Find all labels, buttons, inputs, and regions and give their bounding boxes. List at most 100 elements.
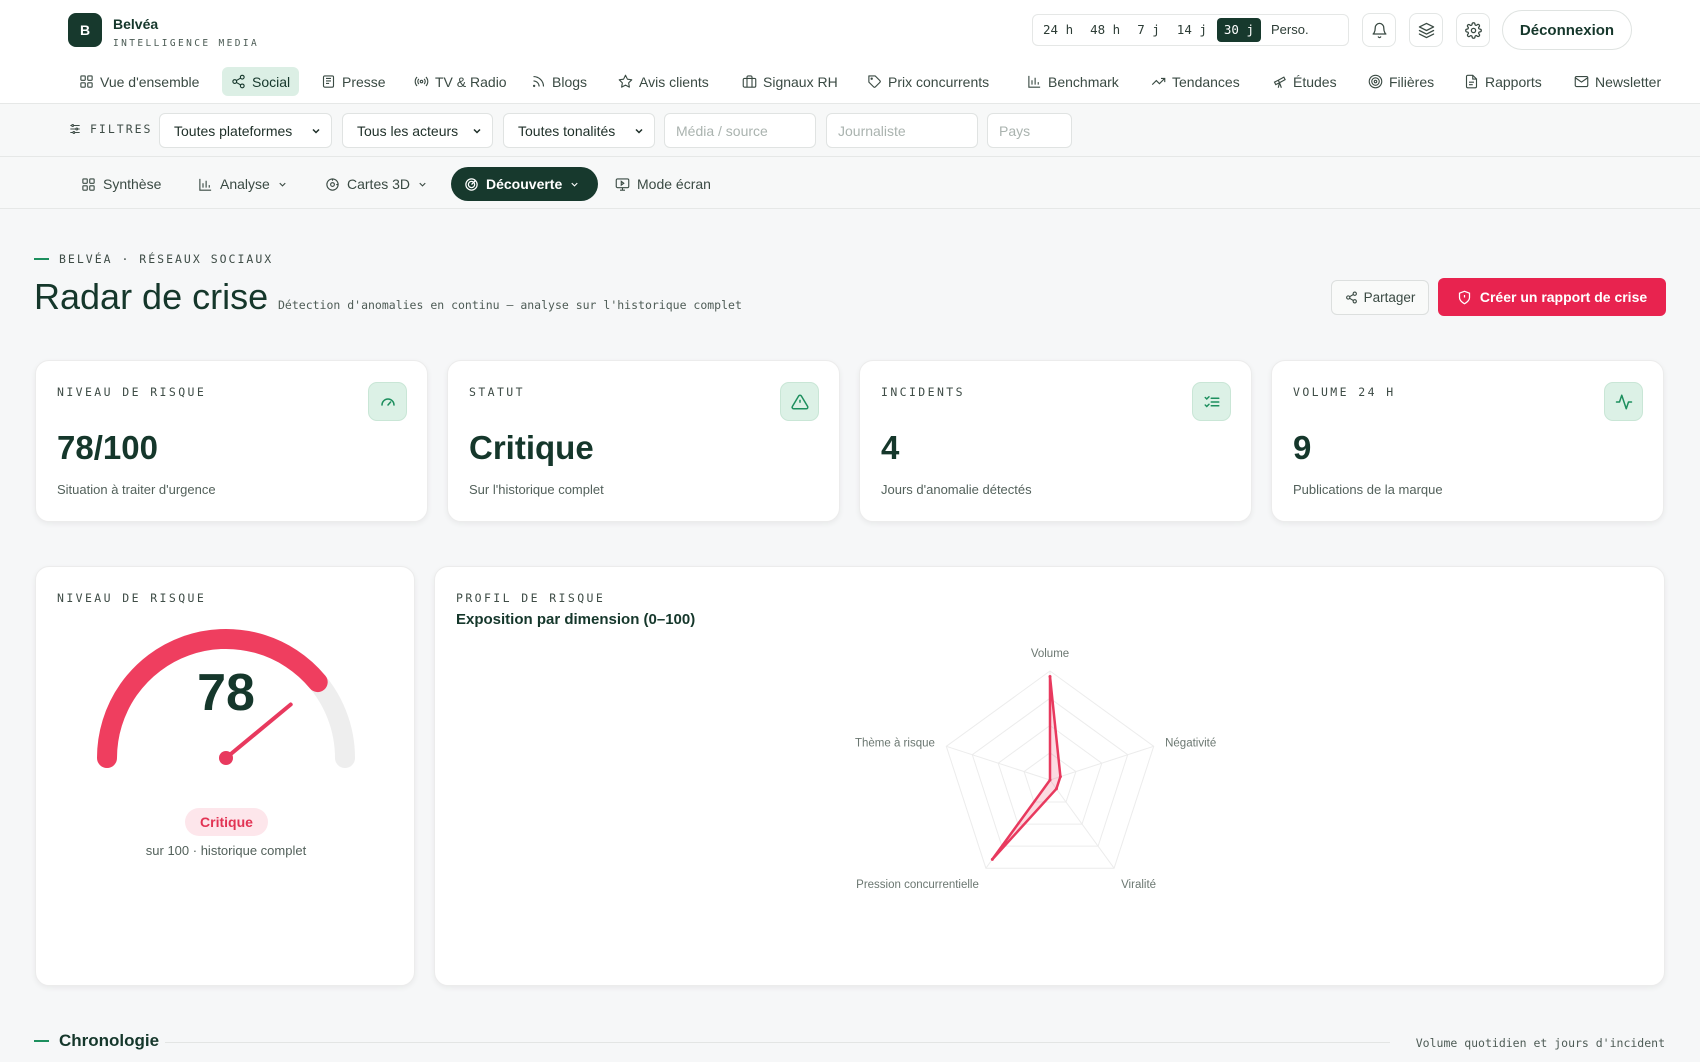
- radar-point: [990, 857, 994, 861]
- nav-hr-signals[interactable]: Signaux RH: [733, 67, 847, 96]
- risk-radar-chart: Volume Négativité Viralité Pression concurr…: [855, 648, 1216, 891]
- kpi-incidents: INCIDENTS 4 Jours d'anomalie détectés: [859, 360, 1252, 522]
- subnav-analysis[interactable]: Analyse: [188, 167, 298, 201]
- subnav-discovery[interactable]: Découverte: [451, 167, 598, 201]
- nav-social[interactable]: Social: [222, 67, 300, 96]
- media-source-input[interactable]: Média / source: [664, 113, 816, 148]
- radar-point: [1058, 775, 1062, 779]
- rss-icon: [532, 75, 545, 88]
- chevron-down-icon: [571, 182, 578, 187]
- range-30d[interactable]: 30 j: [1216, 18, 1262, 42]
- radar-axis-label: Négativité: [1165, 738, 1216, 750]
- telescope-icon: [1273, 76, 1286, 88]
- map-3d-icon: [326, 177, 339, 191]
- subnav-3d-maps[interactable]: Cartes 3D: [315, 167, 438, 201]
- subnav-label: Mode écran: [637, 176, 711, 192]
- platform-select-value: Toutes plateformes: [174, 122, 293, 139]
- checklist-icon: [1204, 395, 1219, 408]
- main-nav: Vue d'ensemble Social Presse TV & Radio …: [0, 60, 1700, 104]
- settings-button[interactable]: [1456, 13, 1490, 47]
- actors-select[interactable]: Tous les acteurs: [342, 113, 493, 148]
- range-14d[interactable]: 14 j: [1170, 18, 1214, 42]
- kpi-volume-24h: VOLUME 24 H 9 Publications de la marque: [1271, 360, 1664, 522]
- nav-newsletter[interactable]: Newsletter: [1565, 67, 1670, 96]
- kpi-status: STATUT Critique Sur l'historique complet: [447, 360, 840, 522]
- tone-select-value: Toutes tonalités: [518, 122, 616, 139]
- kpi-icon-box: [1604, 382, 1643, 421]
- kpi-icon-box: [368, 382, 407, 421]
- sub-nav: Synthèse Analyse Cartes 3D Découverte Mo…: [0, 157, 1700, 209]
- nav-label: Presse: [342, 73, 386, 90]
- status-badge: Critique: [185, 808, 268, 836]
- layers-button[interactable]: [1409, 13, 1443, 47]
- platform-select[interactable]: Toutes plateformes: [159, 113, 332, 148]
- range-24h[interactable]: 24 h: [1036, 18, 1080, 42]
- nav-reviews[interactable]: Avis clients: [609, 67, 718, 96]
- subnav-synthesis[interactable]: Synthèse: [71, 167, 171, 201]
- notifications-button[interactable]: [1362, 13, 1396, 47]
- page-title: Radar de crise: [34, 276, 269, 317]
- bar-chart-icon: [199, 178, 212, 191]
- nav-label: Rapports: [1485, 73, 1542, 90]
- nav-studies[interactable]: Études: [1263, 67, 1346, 96]
- range-48h[interactable]: 48 h: [1083, 18, 1127, 42]
- subnav-label: Analyse: [220, 176, 270, 192]
- logout-button[interactable]: Déconnexion: [1502, 10, 1632, 50]
- layers-icon: [1418, 22, 1434, 38]
- nav-press[interactable]: Presse: [312, 67, 395, 96]
- tone-select[interactable]: Toutes tonalités: [503, 113, 655, 148]
- nav-reports[interactable]: Rapports: [1455, 67, 1551, 96]
- nav-sectors[interactable]: Filières: [1359, 67, 1443, 96]
- chronology-dash: [34, 1040, 49, 1042]
- nav-benchmark[interactable]: Benchmark: [1018, 67, 1128, 96]
- star-icon: [618, 74, 633, 88]
- range-7d[interactable]: 7 j: [1130, 18, 1167, 42]
- gauge-value: 78: [197, 664, 255, 722]
- radar-point: [1054, 787, 1058, 791]
- nav-tv-radio[interactable]: TV & Radio: [405, 67, 516, 96]
- country-input[interactable]: Pays: [987, 113, 1072, 148]
- eyebrow-dash: [34, 258, 49, 260]
- nav-competitor-prices[interactable]: Prix concurrents: [858, 67, 998, 96]
- radar-axis-label: Viralité: [1121, 879, 1156, 891]
- kpi-subtitle: Publications de la marque: [1293, 482, 1443, 497]
- tag-icon: [868, 75, 881, 88]
- nav-blogs[interactable]: Blogs: [522, 67, 596, 96]
- mail-icon: [1574, 75, 1589, 88]
- gear-icon: [1464, 21, 1482, 39]
- nav-overview[interactable]: Vue d'ensemble: [70, 67, 208, 96]
- kpi-value: 9: [1293, 429, 1312, 466]
- nav-label: Filières: [1389, 73, 1435, 90]
- briefcase-icon: [742, 75, 757, 88]
- chevron-down-icon: [419, 182, 426, 187]
- radar-axis: [1049, 745, 1154, 781]
- kpi-subtitle: Sur l'historique complet: [469, 482, 604, 497]
- subnav-label: Cartes 3D: [347, 176, 411, 192]
- brand-name: Belvéa: [113, 16, 159, 32]
- subnav-screen-mode[interactable]: Mode écran: [605, 167, 721, 201]
- screen-play-icon: [615, 177, 630, 191]
- kpi-value: Critique: [469, 429, 594, 466]
- nav-label: Avis clients: [639, 73, 709, 90]
- kpi-label: VOLUME 24 H: [1293, 385, 1396, 399]
- radar-axis: [946, 745, 1051, 781]
- page-description: Détection d'anomalies en continu — analy…: [278, 298, 742, 312]
- nav-trends[interactable]: Tendances: [1142, 67, 1249, 96]
- brand-logo[interactable]: B: [68, 13, 102, 47]
- nav-label: Études: [1293, 73, 1337, 90]
- radar-axis-label: Volume: [1031, 648, 1069, 660]
- broadcast-icon: [414, 76, 429, 87]
- chevron-down-icon: [635, 128, 643, 134]
- filters-label-text: FILTRES: [90, 122, 153, 136]
- bar-chart-icon: [1028, 75, 1041, 88]
- share-icon: [232, 74, 245, 89]
- share-button[interactable]: Partager: [1331, 280, 1429, 315]
- crisis-label: Créer un rapport de crise: [1479, 289, 1648, 305]
- kpi-icon-box: [780, 382, 819, 421]
- journalist-input[interactable]: Journaliste: [826, 113, 978, 148]
- range-custom[interactable]: Perso.: [1264, 18, 1316, 42]
- kpi-value: 4: [881, 429, 900, 466]
- subnav-label: Découverte: [486, 176, 563, 192]
- create-crisis-report-button[interactable]: Créer un rapport de crise: [1438, 278, 1666, 316]
- trending-icon: [1151, 77, 1166, 86]
